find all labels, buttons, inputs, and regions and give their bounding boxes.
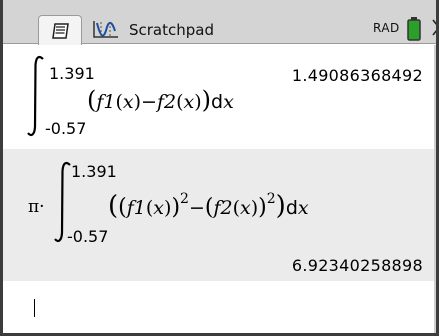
- differential-variable: x: [223, 91, 234, 113]
- app-window: Scratchpad RAD 1.391 -0.57 (f1(x)−f2(x))…: [0, 0, 439, 336]
- scrollbar[interactable]: [434, 45, 436, 333]
- battery-icon: [407, 17, 421, 41]
- calculator-graph-icon: [93, 21, 118, 38]
- close-icon[interactable]: [431, 17, 439, 39]
- lower-bound: -0.57: [45, 119, 87, 138]
- variable: x: [183, 91, 195, 113]
- integral-sign: [27, 55, 44, 137]
- angle-mode-indicator: RAD: [373, 21, 400, 35]
- exponent: 2: [266, 190, 276, 207]
- tab-bar: Scratchpad RAD: [3, 0, 439, 45]
- integrand-expression: (f1(x)−f2(x))dx: [87, 86, 234, 114]
- differential-variable: x: [297, 197, 309, 219]
- pi-prefix: π·: [28, 197, 45, 217]
- function-name-a: f1: [96, 91, 116, 113]
- result-value: 1.49086368492: [291, 66, 423, 85]
- upper-bound: 1.391: [49, 64, 95, 83]
- tab-document[interactable]: [38, 15, 82, 45]
- variable: x: [153, 197, 165, 219]
- exponent: 2: [180, 190, 189, 207]
- variable: x: [240, 197, 251, 219]
- function-name-b: f2: [213, 197, 233, 219]
- scratchpad-history: 1.391 -0.57 (f1(x)−f2(x))dx 1.4908636849…: [3, 45, 436, 333]
- function-name-b: f2: [156, 91, 177, 113]
- history-entry-2[interactable]: π· 1.391 -0.57 ((f1(x))2−(f2(x))2)dx 6.9…: [3, 149, 436, 281]
- document-icon: [52, 23, 69, 39]
- function-name-a: f1: [126, 197, 146, 219]
- upper-bound: 1.391: [71, 162, 117, 181]
- tab-scratchpad-label: Scratchpad: [129, 21, 214, 39]
- text-cursor: [34, 299, 35, 317]
- lower-bound: -0.57: [67, 227, 109, 246]
- variable: x: [122, 91, 134, 113]
- tab-scratchpad[interactable]: Scratchpad: [83, 15, 233, 43]
- entry-line[interactable]: [3, 281, 436, 333]
- history-entry-1[interactable]: 1.391 -0.57 (f1(x)−f2(x))dx 1.4908636849…: [3, 45, 436, 149]
- result-value: 6.92340258898: [291, 256, 423, 275]
- integrand-expression: ((f1(x))2−(f2(x))2)dx: [108, 190, 309, 221]
